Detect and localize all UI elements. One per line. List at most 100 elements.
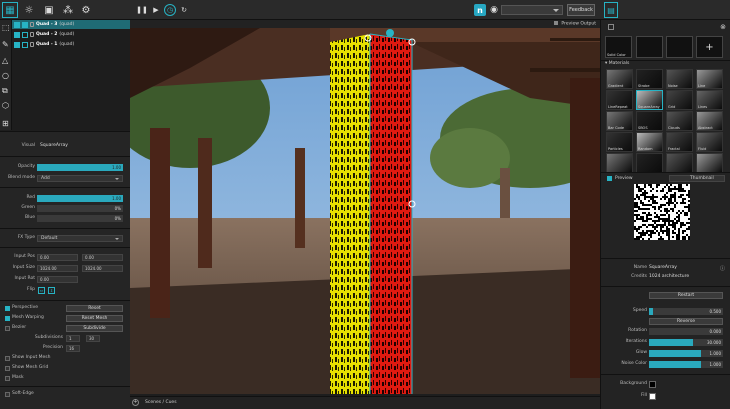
input-pos-x-field[interactable]: 0.00 <box>37 254 78 261</box>
document-icon[interactable]: ▤ <box>604 2 618 18</box>
output-select[interactable] <box>501 5 563 15</box>
crop-tool-icon[interactable]: ⧉ <box>2 87 10 95</box>
material-thumb[interactable]: LineRepeat <box>606 90 633 110</box>
empty-slot[interactable] <box>666 36 693 58</box>
subdivisions-a-field[interactable]: 1 <box>66 335 80 342</box>
layout-icon[interactable]: ▦ <box>2 2 18 18</box>
reset-button[interactable]: Reset <box>66 305 123 312</box>
blend-mode-select[interactable]: Add <box>37 175 123 182</box>
material-thumb[interactable]: Particles <box>606 132 633 152</box>
material-thumb[interactable]: Strobe <box>636 69 663 89</box>
input-size-h-field[interactable]: 1024.00 <box>82 265 123 272</box>
material-thumb[interactable]: Lines <box>696 90 723 110</box>
material-thumb[interactable]: Random <box>636 132 663 152</box>
material-thumb[interactable]: Line <box>696 69 723 89</box>
flip-vertical-icon[interactable]: ⇕ <box>48 287 55 294</box>
reverse-button[interactable]: Reverse <box>649 318 723 325</box>
layer-row[interactable]: Quad - 3 (quad) <box>12 20 130 29</box>
scenes-label[interactable]: Scenes / Cues <box>145 400 177 405</box>
material-thumb[interactable]: Fluid <box>696 132 723 152</box>
cube-tool-icon[interactable]: ⬡ <box>2 102 10 110</box>
fill-color-swatch[interactable] <box>649 393 656 400</box>
thumb-pixel <box>688 196 690 198</box>
subdivide-button[interactable]: Subdivide <box>66 325 123 332</box>
subdivisions-b-field[interactable]: 30 <box>86 335 100 342</box>
close-icon[interactable]: ⊗ <box>720 23 726 31</box>
soft-edge-checkbox[interactable] <box>5 392 10 397</box>
input-pos-y-field[interactable]: 0.00 <box>82 254 123 261</box>
panel-toggle-icon[interactable] <box>608 24 614 30</box>
show-input-mesh-checkbox[interactable] <box>5 356 10 361</box>
material-thumb[interactable]: Grid <box>666 90 693 110</box>
pen-tool-icon[interactable]: ✎ <box>2 41 10 49</box>
feedback-button[interactable]: Feedback <box>567 4 595 16</box>
reset-mesh-button[interactable]: Reset Mesh <box>66 315 123 322</box>
eye-icon[interactable]: ◉ <box>489 4 499 16</box>
mask-checkbox[interactable] <box>5 376 10 381</box>
lock-icon[interactable] <box>30 22 34 27</box>
gear-icon[interactable]: ⚙ <box>78 2 94 18</box>
preview-checkbox[interactable] <box>607 176 612 181</box>
select-tool-icon[interactable]: ⬚ <box>2 24 10 32</box>
layer-row[interactable]: Quad - 2 (quad) <box>12 30 130 39</box>
material-thumb[interactable]: SquareArray <box>636 90 663 110</box>
green-slider[interactable]: 0% <box>37 205 123 212</box>
n-logo-button[interactable]: n <box>474 4 486 16</box>
redo-icon[interactable]: ↻ <box>178 4 190 16</box>
play-icon[interactable]: ▶ <box>150 4 162 16</box>
add-source-icon[interactable]: + <box>696 36 723 58</box>
triangle-tool-icon[interactable]: △ <box>2 57 10 65</box>
perspective-checkbox[interactable] <box>5 306 10 311</box>
visibility-icon[interactable] <box>14 41 20 48</box>
show-mesh-grid-checkbox[interactable] <box>5 366 10 371</box>
lock-icon[interactable] <box>30 42 34 47</box>
preview-viewport[interactable] <box>130 28 600 394</box>
lightbulb-icon[interactable]: ☼ <box>21 2 37 18</box>
red-slider[interactable]: 1.00 <box>37 195 123 202</box>
lock-icon[interactable] <box>30 32 34 37</box>
fx-type-select[interactable]: Default <box>37 235 123 242</box>
circle-tool-icon[interactable]: ○ <box>2 72 10 80</box>
materials-header[interactable]: ▾ Materials <box>605 61 629 66</box>
media-icon[interactable]: ▣ <box>41 2 57 18</box>
glow-slider[interactable]: 1.000 <box>649 350 723 357</box>
pause-icon[interactable]: ❚❚ <box>136 4 148 16</box>
material-thumb[interactable]: Fractal <box>666 132 693 152</box>
preview-output-toggle[interactable]: Preview Output <box>554 21 596 27</box>
blue-slider[interactable]: 0% <box>37 215 123 222</box>
bezier-checkbox[interactable] <box>5 326 10 331</box>
flip-horizontal-icon[interactable]: ⇔ <box>38 287 45 294</box>
noise-color-slider[interactable]: 1.000 <box>649 361 723 368</box>
restart-button[interactable]: Restart <box>649 292 723 299</box>
material-thumb[interactable] <box>696 153 723 173</box>
material-thumb[interactable] <box>666 153 693 173</box>
layer-row[interactable]: Quad - 1 (quad) <box>12 40 130 49</box>
material-thumb[interactable]: Gradient <box>606 69 633 89</box>
material-thumb[interactable] <box>636 153 663 173</box>
input-size-w-field[interactable]: 1024.00 <box>37 265 78 272</box>
material-thumb[interactable]: Clouds <box>666 111 693 131</box>
empty-slot[interactable] <box>636 36 663 58</box>
material-thumb[interactable]: Noise <box>666 69 693 89</box>
background-color-swatch[interactable] <box>649 381 656 388</box>
precision-field[interactable]: 16 <box>66 345 80 352</box>
solid-color-thumb[interactable]: Solid Color <box>605 36 632 58</box>
material-thumb[interactable]: Bar Code <box>606 111 633 131</box>
visibility-icon[interactable] <box>14 21 20 28</box>
material-thumb[interactable]: Abstract <box>696 111 723 131</box>
visibility-icon[interactable] <box>14 31 20 38</box>
preview-mode-select[interactable]: Thumbnail <box>669 175 725 182</box>
material-thumb[interactable]: SBOS <box>636 111 663 131</box>
speed-slider[interactable]: 0.500 <box>649 308 723 315</box>
add-layer-icon[interactable]: ⊞ <box>2 120 10 128</box>
opacity-slider[interactable]: 1.00 <box>37 164 123 171</box>
material-thumb[interactable] <box>606 153 633 173</box>
nodes-icon[interactable]: ⁂ <box>60 2 76 18</box>
add-scene-icon[interactable]: + <box>132 399 139 406</box>
mesh-warping-checkbox[interactable] <box>5 316 10 321</box>
clock-icon[interactable]: ◷ <box>164 4 176 16</box>
iterations-slider[interactable]: 30.000 <box>649 339 723 346</box>
input-rot-field[interactable]: 0.00 <box>37 276 78 283</box>
rotation-slider[interactable]: 0.000 <box>649 328 723 335</box>
info-icon[interactable]: ⓘ <box>720 265 725 272</box>
